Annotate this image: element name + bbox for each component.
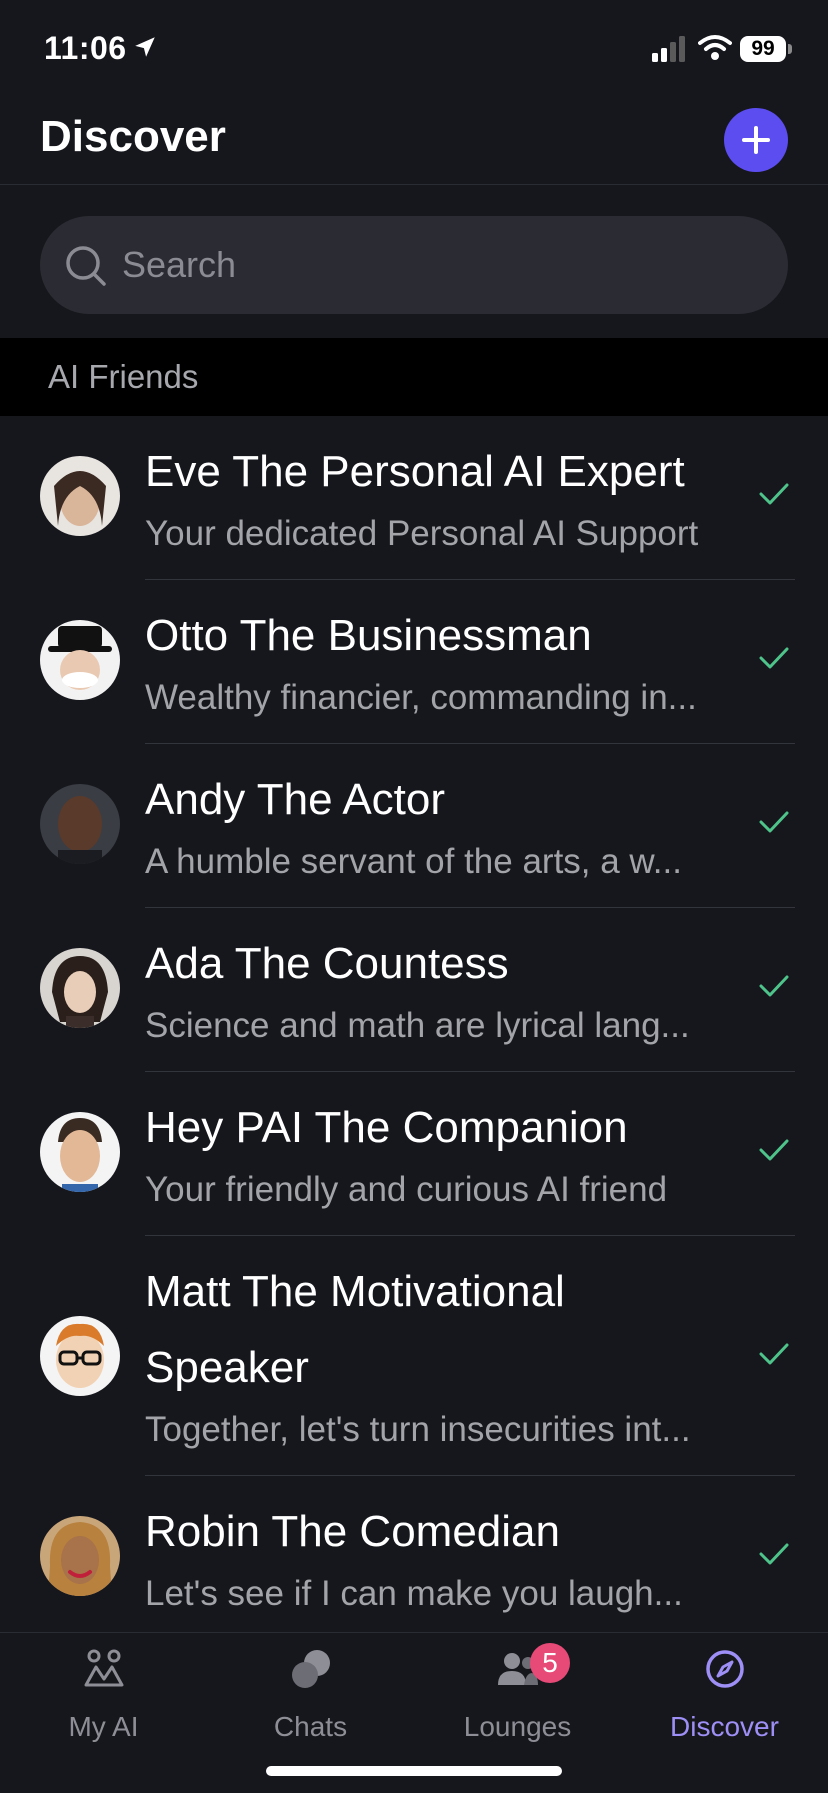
- page-title: Discover: [40, 112, 226, 161]
- section-title: AI Friends: [48, 358, 199, 395]
- add-button[interactable]: [724, 108, 788, 172]
- wifi-icon: [698, 35, 732, 60]
- location-arrow-icon: [135, 37, 155, 57]
- list-item-andy[interactable]: Andy The Actor A humble servant of the a…: [0, 744, 828, 908]
- list-item-hey-pai[interactable]: Hey PAI The Companion Your friendly and …: [0, 1072, 828, 1236]
- status-time: 11:06: [44, 30, 127, 66]
- item-subtitle: Science and math are lyrical lang...: [145, 1006, 690, 1045]
- compass-icon: [706, 1650, 744, 1688]
- plus-icon: [742, 126, 770, 154]
- checkmark-icon: [759, 811, 789, 833]
- item-title: Robin The Comedian: [145, 1507, 560, 1556]
- my-ai-icon: [84, 1649, 124, 1687]
- item-subtitle: Your friendly and curious AI friend: [145, 1170, 668, 1209]
- avatar: [40, 1516, 120, 1596]
- battery-level: 99: [740, 36, 786, 62]
- item-subtitle: Your dedicated Personal AI Support: [145, 514, 699, 553]
- status-bar: 11:06 99: [0, 0, 828, 100]
- tab-my-ai[interactable]: My AI: [0, 1633, 207, 1753]
- item-title: Hey PAI The Companion: [145, 1103, 628, 1152]
- avatar: [40, 1316, 120, 1396]
- search-input[interactable]: [122, 216, 742, 314]
- battery-nub: [788, 44, 792, 54]
- tab-label: Chats: [273, 1711, 348, 1742]
- item-title: Andy The Actor: [145, 775, 446, 824]
- tab-chats[interactable]: Chats: [207, 1633, 414, 1753]
- item-title: Matt The Motivational Speaker: [145, 1267, 565, 1392]
- avatar: [40, 784, 120, 864]
- item-subtitle: Together, let's turn insecurities int...: [145, 1410, 691, 1449]
- chats-icon: [292, 1650, 330, 1688]
- tab-label: Lounges: [463, 1711, 572, 1742]
- item-subtitle: A humble servant of the arts, a w...: [145, 842, 682, 881]
- avatar: [40, 620, 120, 700]
- ai-friends-list: Eve The Personal AI Expert Your dedicate…: [0, 416, 828, 1640]
- home-indicator[interactable]: [266, 1766, 562, 1776]
- checkmark-icon: [759, 483, 789, 505]
- avatar: [40, 456, 120, 536]
- list-item-matt[interactable]: Matt The Motivational Speaker Together, …: [0, 1236, 828, 1476]
- section-header: AI Friends: [0, 338, 828, 416]
- tab-discover[interactable]: Discover: [621, 1633, 828, 1753]
- header: Discover: [0, 100, 828, 185]
- item-title: Eve The Personal AI Expert: [145, 447, 685, 496]
- checkmark-icon: [759, 647, 789, 669]
- tab-label: My AI: [68, 1711, 139, 1742]
- signal-icon: [652, 36, 685, 62]
- search-icon: [66, 246, 106, 286]
- checkmark-icon: [759, 1543, 789, 1565]
- avatar: [40, 948, 120, 1028]
- list-item-otto[interactable]: Otto The Businessman Wealthy financier, …: [0, 580, 828, 744]
- tab-label: Discover: [670, 1711, 779, 1742]
- notification-badge: 5: [530, 1643, 570, 1683]
- tab-lounges[interactable]: 5 Lounges: [414, 1633, 621, 1753]
- item-title: Ada The Countess: [145, 939, 509, 988]
- checkmark-icon: [759, 1343, 789, 1365]
- item-subtitle: Let's see if I can make you laugh...: [145, 1574, 683, 1613]
- list-item-robin[interactable]: Robin The Comedian Let's see if I can ma…: [0, 1476, 828, 1640]
- checkmark-icon: [759, 1139, 789, 1161]
- list-item-ada[interactable]: Ada The Countess Science and math are ly…: [0, 908, 828, 1072]
- item-subtitle: Wealthy financier, commanding in...: [145, 678, 697, 717]
- list-item-eve[interactable]: Eve The Personal AI Expert Your dedicate…: [0, 416, 828, 580]
- checkmark-icon: [759, 975, 789, 997]
- search-bar[interactable]: [40, 216, 788, 314]
- avatar: [40, 1112, 120, 1192]
- item-title: Otto The Businessman: [145, 611, 592, 660]
